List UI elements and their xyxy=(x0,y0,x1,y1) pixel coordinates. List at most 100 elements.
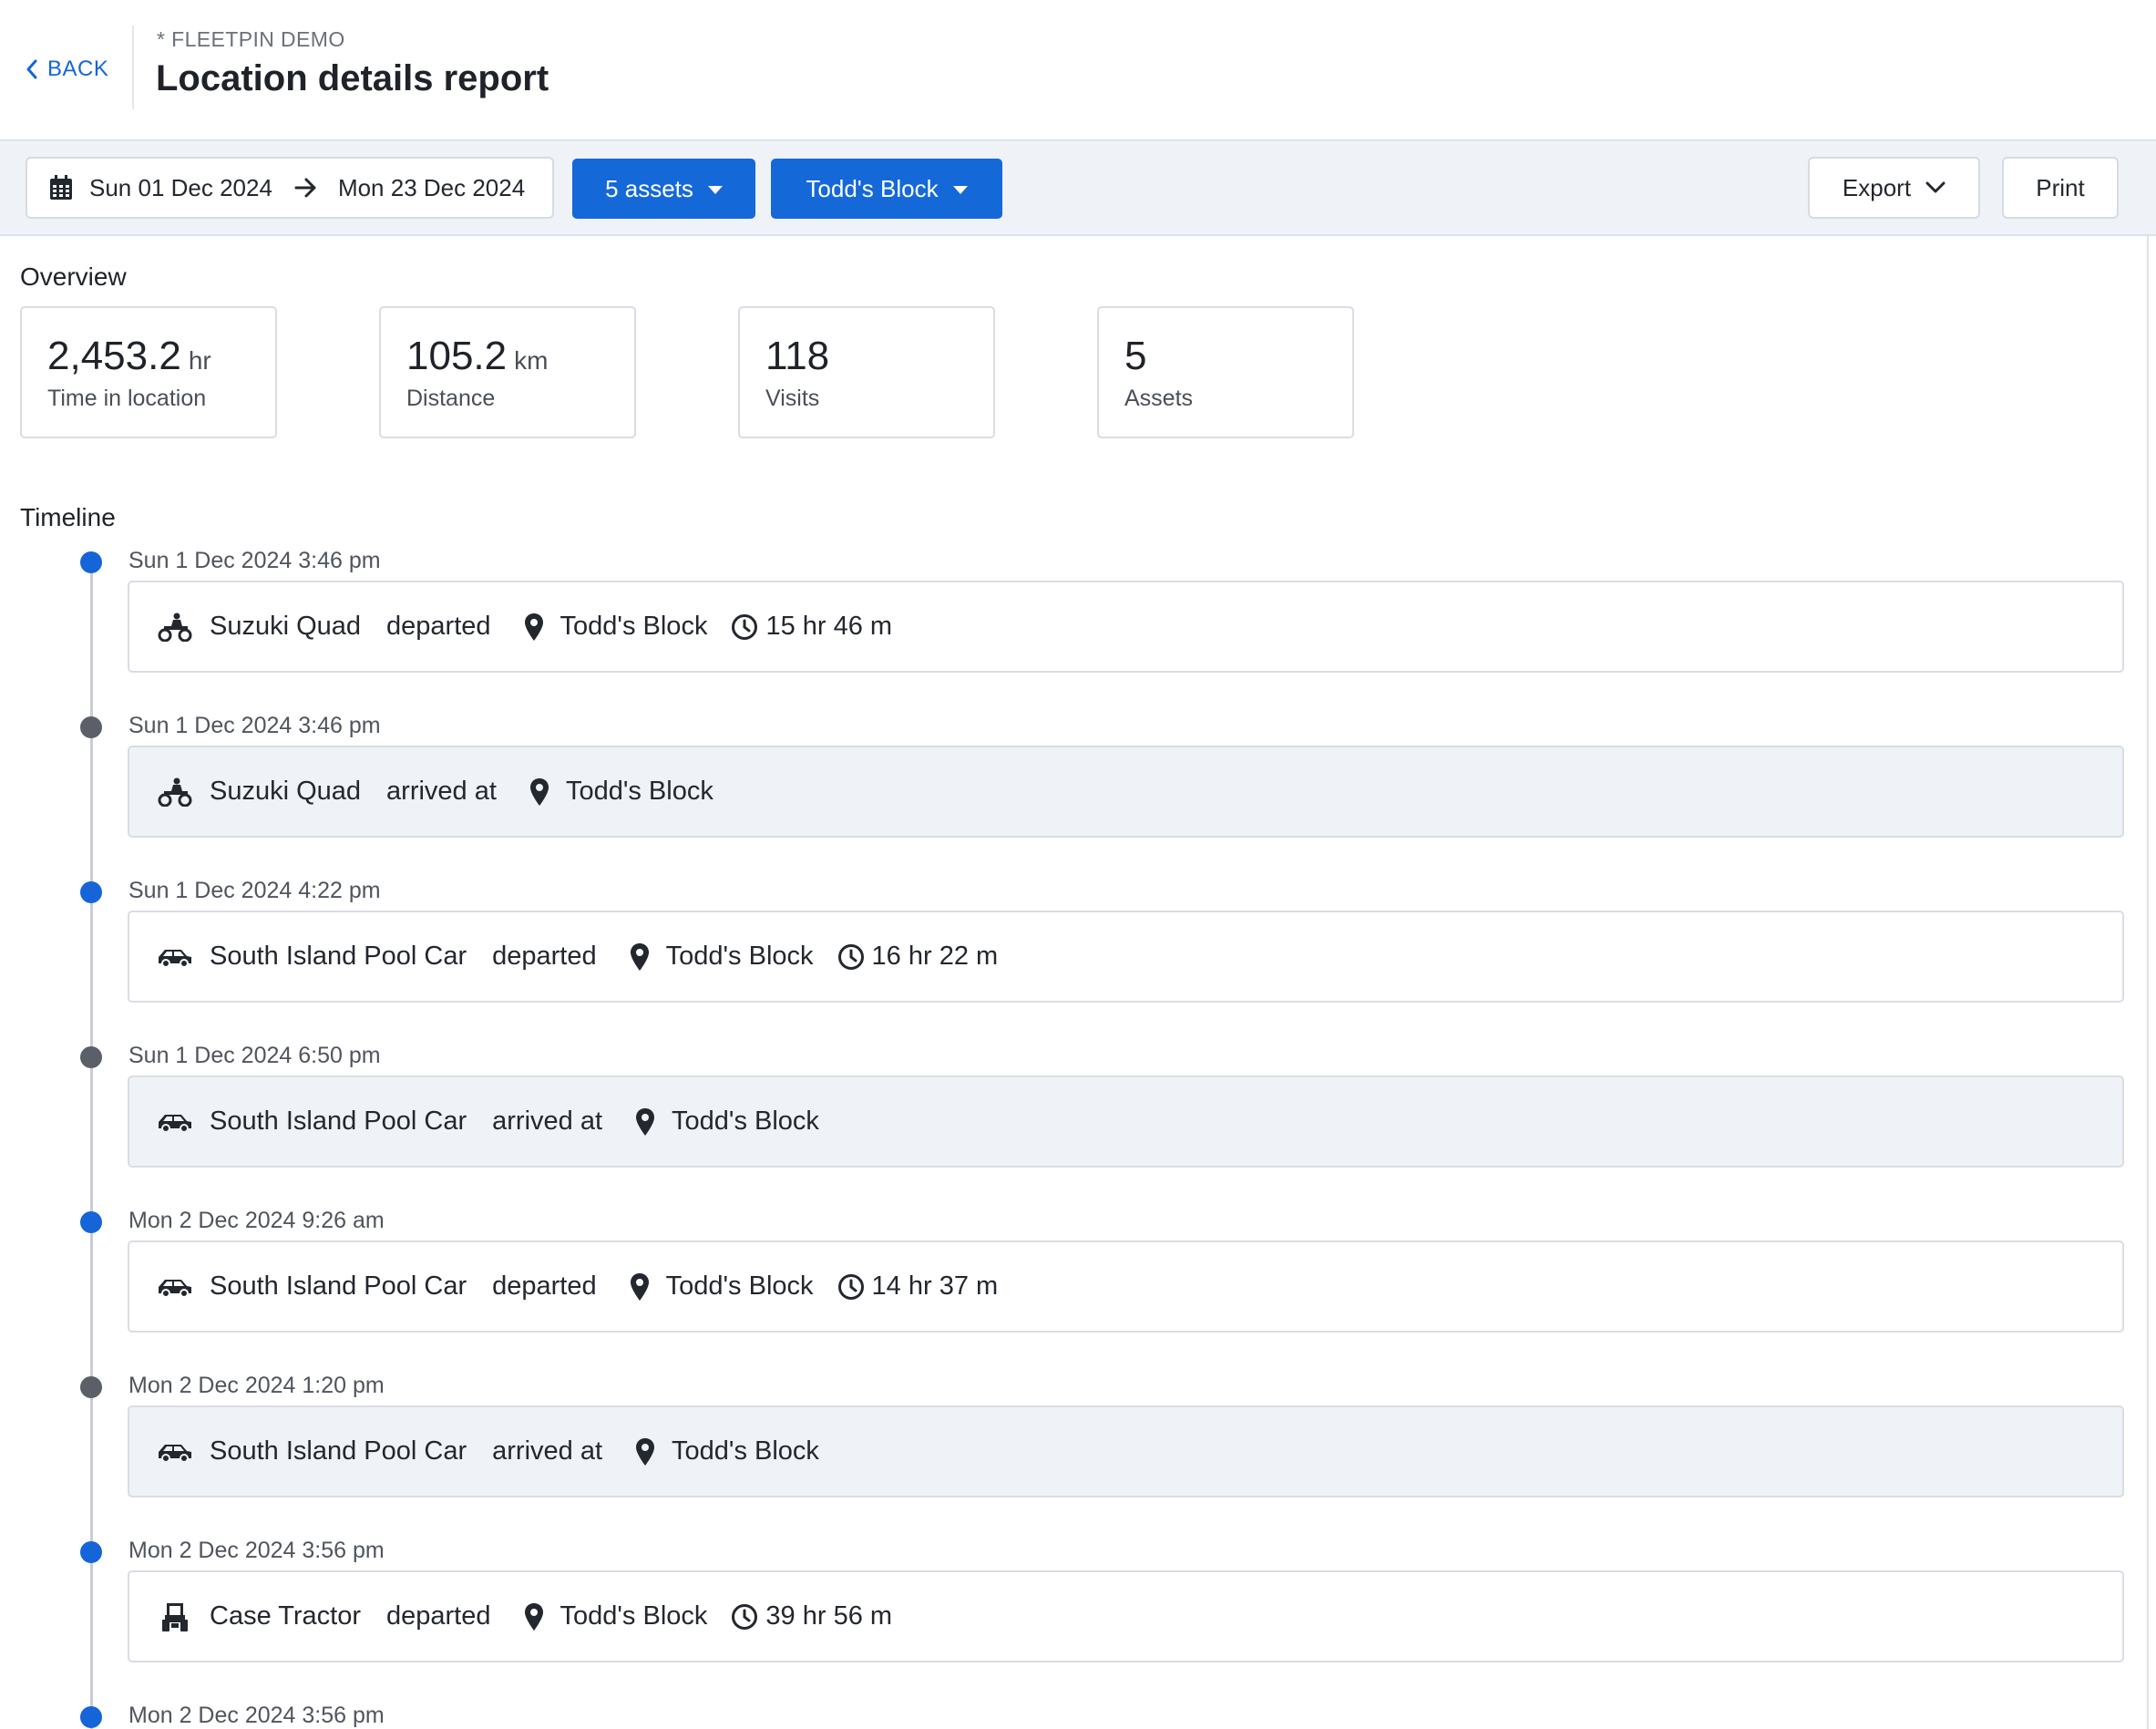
asset-name: South Island Pool Car xyxy=(210,942,467,971)
stat-number: 2,453.2 xyxy=(47,334,181,378)
stat-value: 118 xyxy=(765,334,829,379)
timeline-dot-departed xyxy=(80,881,102,903)
caret-down-icon xyxy=(707,186,723,194)
event-action: arrived at xyxy=(386,777,497,806)
location-name: Todd's Block xyxy=(560,612,708,641)
overview-heading: Overview xyxy=(20,262,127,291)
location-filter-button[interactable]: Todd's Block xyxy=(771,159,1002,219)
chevron-left-icon xyxy=(26,59,37,79)
event-time: Mon 2 Dec 2024 1:20 pm xyxy=(128,1373,385,1398)
stat-unit: km xyxy=(514,346,549,375)
back-label: BACK xyxy=(47,57,109,81)
event-time: Sun 1 Dec 2024 3:46 pm xyxy=(128,713,381,738)
map-pin-icon xyxy=(529,777,549,806)
asset-name: Suzuki Quad xyxy=(210,612,362,641)
map-pin-icon xyxy=(630,1272,649,1301)
stat-card-visits: 118 Visits xyxy=(738,306,995,438)
map-pin-icon xyxy=(524,612,543,641)
stat-label: Visits xyxy=(765,386,820,411)
event-card[interactable]: South Island Pool Car arrived at Todd's … xyxy=(128,1075,2124,1168)
date-from: Sun 01 Dec 2024 xyxy=(89,173,272,201)
page-title: Location details report xyxy=(156,58,549,98)
map-pin-icon xyxy=(630,942,649,971)
calendar-icon xyxy=(50,175,72,200)
event-action: departed xyxy=(492,942,597,971)
report-toolbar: Sun 01 Dec 2024 Mon 23 Dec 2024 5 assets… xyxy=(0,139,2156,236)
clock-icon xyxy=(732,613,758,640)
location-filter-label: Todd's Block xyxy=(806,174,939,202)
event-card[interactable]: South Island Pool Car arrived at Todd's … xyxy=(128,1405,2124,1497)
asset-name: Suzuki Quad xyxy=(210,777,362,806)
asset-name: Case Tractor xyxy=(210,1601,361,1631)
timeline-event: Mon 2 Dec 2024 3:56 pm xyxy=(0,1699,2156,1729)
location-name: Todd's Block xyxy=(672,1436,819,1466)
timeline-event: Sun 1 Dec 2024 6:50 pm South Island Pool… xyxy=(0,1039,2156,1204)
stat-card-time: 2,453.2 hr Time in location xyxy=(20,306,277,438)
stat-value: 2,453.2 hr xyxy=(47,334,211,379)
event-duration: 39 hr 56 m xyxy=(765,1601,893,1631)
stat-number: 118 xyxy=(765,334,830,378)
event-action: departed xyxy=(386,1601,491,1631)
arrow-right-icon xyxy=(294,178,316,198)
timeline-dot-arrived xyxy=(80,1046,102,1068)
event-time: Mon 2 Dec 2024 3:56 pm xyxy=(128,1538,385,1563)
stat-number: 5 xyxy=(1124,334,1147,378)
export-button[interactable]: Export xyxy=(1808,157,1980,219)
event-card[interactable]: Suzuki Quad arrived at Todd's Block xyxy=(128,746,2124,838)
timeline-event: Mon 2 Dec 2024 9:26 am South Island Pool… xyxy=(0,1204,2156,1369)
event-action: arrived at xyxy=(492,1106,603,1136)
timeline-dot-departed xyxy=(80,1706,102,1728)
event-card[interactable]: South Island Pool Car departed Todd's Bl… xyxy=(128,1240,2124,1333)
print-label: Print xyxy=(2036,173,2085,201)
date-to: Mon 23 Dec 2024 xyxy=(337,173,526,201)
export-label: Export xyxy=(1842,173,1912,201)
page-header: BACK * FLEETPIN DEMO Location details re… xyxy=(0,0,2156,139)
print-button[interactable]: Print xyxy=(2002,157,2119,219)
quad-bike-icon xyxy=(157,776,193,808)
map-pin-icon xyxy=(524,1602,543,1631)
event-time: Sun 1 Dec 2024 3:46 pm xyxy=(128,548,381,573)
assets-filter-button[interactable]: 5 assets xyxy=(572,159,755,219)
location-name: Todd's Block xyxy=(565,777,714,806)
event-duration: 15 hr 46 m xyxy=(765,612,893,641)
map-pin-icon xyxy=(636,1107,655,1136)
car-icon xyxy=(157,1436,193,1468)
event-time: Mon 2 Dec 2024 9:26 am xyxy=(128,1208,385,1233)
event-time: Sun 1 Dec 2024 6:50 pm xyxy=(128,1043,381,1068)
timeline-dot-arrived xyxy=(80,1376,102,1398)
stat-card-assets: 5 Assets xyxy=(1097,306,1354,438)
event-duration: 14 hr 37 m xyxy=(871,1271,999,1301)
event-card[interactable]: Case Tractor departed Todd's Block 39 hr… xyxy=(128,1570,2124,1662)
timeline-dot-arrived xyxy=(80,716,102,738)
location-name: Todd's Block xyxy=(672,1106,819,1136)
event-action: departed xyxy=(386,612,491,641)
event-action: departed xyxy=(492,1271,597,1301)
stat-label: Distance xyxy=(406,386,496,411)
stat-number: 105.2 xyxy=(406,334,508,378)
location-name: Todd's Block xyxy=(665,1271,814,1301)
timeline-event: Sun 1 Dec 2024 3:46 pm Suzuki Quad depar… xyxy=(0,544,2156,709)
stat-unit: hr xyxy=(188,346,211,375)
event-card[interactable]: South Island Pool Car departed Todd's Bl… xyxy=(128,911,2124,1003)
stat-value: 5 xyxy=(1124,334,1146,379)
date-range-picker[interactable]: Sun 01 Dec 2024 Mon 23 Dec 2024 xyxy=(26,157,554,219)
clock-icon xyxy=(732,1603,758,1630)
event-card[interactable]: Suzuki Quad departed Todd's Block 15 hr … xyxy=(128,581,2124,673)
event-duration: 16 hr 22 m xyxy=(871,942,999,971)
timeline-heading: Timeline xyxy=(20,503,116,531)
header-divider xyxy=(132,26,134,109)
assets-filter-label: 5 assets xyxy=(605,174,693,202)
clock-icon xyxy=(837,1273,864,1300)
timeline-dot-departed xyxy=(80,551,102,573)
car-icon xyxy=(157,1271,193,1303)
map-pin-icon xyxy=(636,1437,655,1466)
timeline-dot-departed xyxy=(80,1541,102,1563)
stat-label: Assets xyxy=(1124,386,1194,411)
asset-name: South Island Pool Car xyxy=(210,1436,467,1466)
timeline-event: Mon 2 Dec 2024 1:20 pm South Island Pool… xyxy=(0,1369,2156,1534)
chevron-down-icon xyxy=(1925,181,1946,193)
location-name: Todd's Block xyxy=(560,1601,708,1631)
tractor-icon xyxy=(157,1600,193,1633)
back-button[interactable]: BACK xyxy=(24,49,108,89)
clock-icon xyxy=(837,943,864,970)
